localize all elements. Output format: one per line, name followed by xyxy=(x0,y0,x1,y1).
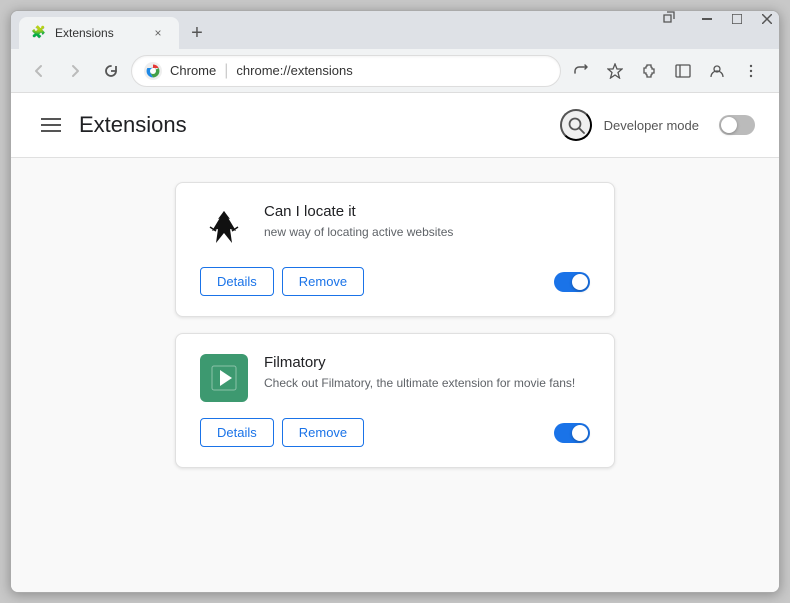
ext1-remove-button[interactable]: Remove xyxy=(282,267,364,296)
ext1-info: Can I locate it new way of locating acti… xyxy=(264,203,590,241)
ext2-info: Filmatory Check out Filmatory, the ultim… xyxy=(264,354,590,392)
ext1-description: new way of locating active websites xyxy=(264,224,590,241)
reload-button[interactable] xyxy=(95,55,127,87)
tab-label: Extensions xyxy=(55,26,141,40)
sidebar-button[interactable] xyxy=(667,55,699,87)
minimize-button[interactable] xyxy=(692,10,722,28)
back-button[interactable] xyxy=(23,55,55,87)
page-content: Extensions Developer mode xyxy=(11,93,779,592)
active-tab[interactable]: 🧩 Extensions × xyxy=(19,17,179,49)
menu-icon[interactable] xyxy=(35,109,67,141)
address-divider: | xyxy=(224,62,228,80)
title-bar: 🧩 Extensions × + xyxy=(11,11,779,49)
extension-card-1: Can I locate it new way of locating acti… xyxy=(175,182,615,317)
restore-down-icon[interactable] xyxy=(658,10,680,29)
address-bar[interactable]: Chrome | chrome://extensions xyxy=(131,55,561,87)
forward-button[interactable] xyxy=(59,55,91,87)
ext1-header: Can I locate it new way of locating acti… xyxy=(200,203,590,251)
tab-close-button[interactable]: × xyxy=(149,24,167,42)
ext2-description: Check out Filmatory, the ultimate extens… xyxy=(264,375,590,392)
search-button[interactable] xyxy=(560,109,592,141)
ext1-toggle[interactable] xyxy=(554,272,590,292)
ext1-name: Can I locate it xyxy=(264,203,590,220)
nav-icons xyxy=(565,55,767,87)
browser-window: 🧩 Extensions × + xyxy=(10,10,780,593)
ext2-icon xyxy=(200,354,248,402)
extensions-list: Can I locate it new way of locating acti… xyxy=(11,158,779,492)
nav-bar: Chrome | chrome://extensions xyxy=(11,49,779,93)
ext1-footer: Details Remove xyxy=(200,267,590,296)
ext2-footer: Details Remove xyxy=(200,418,590,447)
ext1-icon xyxy=(200,203,248,251)
bookmark-button[interactable] xyxy=(599,55,631,87)
address-text: chrome://extensions xyxy=(236,63,352,78)
profile-button[interactable] xyxy=(701,55,733,87)
ext1-toggle-thumb xyxy=(572,274,588,290)
share-button[interactable] xyxy=(565,55,597,87)
close-button[interactable] xyxy=(752,10,780,28)
chrome-logo-icon xyxy=(144,62,162,80)
more-button[interactable] xyxy=(735,55,767,87)
tab-extensions-icon: 🧩 xyxy=(31,25,47,41)
ext2-toggle[interactable] xyxy=(554,423,590,443)
page-header: Extensions Developer mode xyxy=(11,93,779,158)
chrome-brand-label: Chrome xyxy=(170,63,216,78)
developer-mode-label: Developer mode xyxy=(604,118,699,133)
page-title: Extensions xyxy=(79,112,548,138)
ext1-details-button[interactable]: Details xyxy=(200,267,274,296)
new-tab-button[interactable]: + xyxy=(183,19,211,47)
maximize-button[interactable] xyxy=(722,10,752,28)
ext2-name: Filmatory xyxy=(264,354,590,371)
developer-mode-toggle[interactable] xyxy=(719,115,755,135)
extensions-button[interactable] xyxy=(633,55,665,87)
extension-card-2: Filmatory Check out Filmatory, the ultim… xyxy=(175,333,615,468)
ext2-toggle-thumb xyxy=(572,425,588,441)
ext2-header: Filmatory Check out Filmatory, the ultim… xyxy=(200,354,590,402)
ext2-details-button[interactable]: Details xyxy=(200,418,274,447)
ext2-remove-button[interactable]: Remove xyxy=(282,418,364,447)
toggle-thumb xyxy=(721,117,737,133)
